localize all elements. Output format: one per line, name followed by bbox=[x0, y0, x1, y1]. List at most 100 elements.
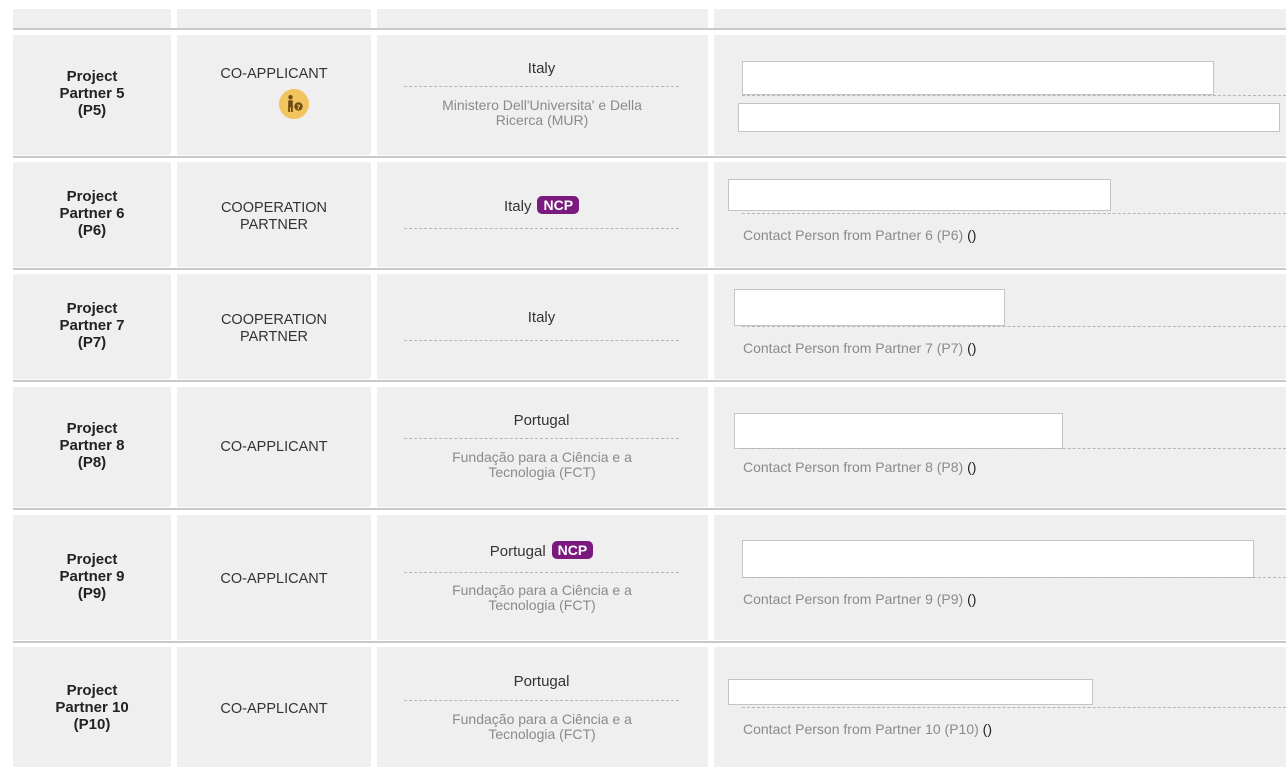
organization-label: Fundação para a Ciência e a bbox=[452, 582, 632, 598]
contact-cell: Contact Person from Partner 7 (P7) () bbox=[714, 274, 1286, 379]
country-cell: Portugal NCP Fundação para a Ciência e a … bbox=[377, 515, 708, 640]
divider bbox=[742, 95, 1286, 96]
divider bbox=[404, 86, 679, 87]
contact-cell: Contact Person from Partner 10 (P10) () bbox=[714, 647, 1286, 767]
partner-type-cell: COOPERATION PARTNER bbox=[177, 274, 371, 379]
row-divider bbox=[13, 268, 1286, 270]
contact-person-value: () bbox=[967, 459, 977, 475]
partner-type-label: COOPERATION bbox=[220, 312, 328, 328]
contact-person-input[interactable] bbox=[738, 103, 1280, 132]
partner-name-line: Project bbox=[66, 551, 118, 568]
contact-person-label: Contact Person from Partner 10 (P10) bbox=[743, 721, 979, 737]
partner-type-label: PARTNER bbox=[240, 329, 308, 345]
partner-name-line: Project bbox=[66, 188, 118, 205]
contact-person-value: () bbox=[967, 591, 977, 607]
partner-name-cell: Project Partner 8 (P8) bbox=[13, 387, 171, 507]
header-cell bbox=[13, 9, 171, 28]
organization-label: Fundação para a Ciência e a bbox=[452, 449, 632, 465]
divider bbox=[404, 228, 679, 229]
country-label: Portugal bbox=[513, 412, 570, 429]
partner-type-label: COOPERATION bbox=[220, 200, 328, 216]
row-divider bbox=[13, 156, 1286, 158]
organization-label: Fundação para a Ciência e a bbox=[452, 711, 632, 727]
divider bbox=[742, 577, 1286, 578]
contact-person-label: Contact Person from Partner 7 (P7) bbox=[743, 340, 964, 356]
partner-name-line: Partner 7 bbox=[59, 317, 125, 334]
partner-name-cell: Project Partner 10 (P10) bbox=[13, 647, 171, 767]
country-label: Italy bbox=[527, 60, 556, 77]
partner-name-line: (P8) bbox=[77, 454, 107, 471]
partner-name-line: Project bbox=[66, 68, 118, 85]
row-divider bbox=[13, 508, 1286, 510]
contact-person-value: () bbox=[967, 340, 977, 356]
contact-person-label: Contact Person from Partner 6 (P6) bbox=[743, 227, 964, 243]
contact-person-value: () bbox=[967, 227, 977, 243]
partner-type-label: CO-APPLICANT bbox=[220, 701, 328, 717]
header-cell bbox=[714, 9, 1286, 28]
country-cell: Italy NCP bbox=[377, 162, 708, 267]
organization-label: Ministero Dell'Universita' e Della bbox=[442, 97, 642, 113]
contact-person-value: () bbox=[982, 721, 992, 737]
contact-cell: Contact Person from Partner 6 (P6) () bbox=[714, 162, 1286, 267]
country-label: Portugal bbox=[513, 673, 570, 690]
partner-name-line: Partner 6 bbox=[59, 205, 125, 222]
partner-name-line: Partner 10 bbox=[55, 699, 129, 716]
partner-name-cell: Project Partner 6 (P6) bbox=[13, 162, 171, 267]
partner-name-line: (P6) bbox=[77, 222, 107, 239]
partner-name-input[interactable] bbox=[742, 540, 1254, 578]
partner-type-label: CO-APPLICANT bbox=[220, 66, 328, 82]
partner-type-cell: CO-APPLICANT bbox=[177, 647, 371, 767]
divider bbox=[404, 340, 679, 341]
partner-name-line: Project bbox=[66, 300, 118, 317]
partner-name-input[interactable] bbox=[734, 289, 1005, 326]
divider bbox=[742, 213, 1286, 214]
partner-type-cell: CO-APPLICANT ? bbox=[177, 35, 371, 155]
contact-person-label: Contact Person from Partner 9 (P9) bbox=[743, 591, 964, 607]
partner-name-line: Partner 8 bbox=[59, 437, 125, 454]
partner-name-input[interactable] bbox=[728, 179, 1111, 211]
row-divider bbox=[13, 641, 1286, 643]
organization-label: Tecnologia (FCT) bbox=[488, 464, 596, 480]
partner-name-cell: Project Partner 5 (P5) bbox=[13, 35, 171, 155]
country-label: Portugal bbox=[489, 543, 546, 560]
partner-name-input[interactable] bbox=[728, 679, 1093, 705]
partner-name-line: Project bbox=[66, 420, 118, 437]
row-divider bbox=[13, 380, 1286, 382]
partner-name-line: Project bbox=[66, 682, 118, 699]
divider bbox=[404, 572, 679, 573]
divider bbox=[404, 700, 679, 701]
divider bbox=[742, 326, 1286, 327]
partner-type-label: PARTNER bbox=[240, 217, 308, 233]
partner-type-cell: CO-APPLICANT bbox=[177, 387, 371, 507]
partner-name-cell: Project Partner 9 (P9) bbox=[13, 515, 171, 640]
header-cell bbox=[377, 9, 708, 28]
partner-name-input[interactable] bbox=[734, 413, 1063, 449]
divider bbox=[742, 448, 1286, 449]
partner-type-label: CO-APPLICANT bbox=[220, 439, 328, 455]
svg-text:?: ? bbox=[296, 103, 300, 111]
ncp-badge: NCP bbox=[551, 541, 594, 559]
divider bbox=[742, 707, 1286, 708]
partner-name-line: (P10) bbox=[73, 716, 111, 733]
ncp-badge: NCP bbox=[537, 196, 580, 214]
partner-name-line: (P5) bbox=[77, 102, 107, 119]
partner-type-label: CO-APPLICANT bbox=[220, 571, 328, 587]
row-divider bbox=[13, 28, 1286, 30]
organization-label: Ricerca (MUR) bbox=[495, 112, 589, 128]
partner-name-line: (P7) bbox=[77, 334, 107, 351]
partner-type-cell: CO-APPLICANT bbox=[177, 515, 371, 640]
partner-type-cell: COOPERATION PARTNER bbox=[177, 162, 371, 267]
partner-name-line: Partner 9 bbox=[59, 568, 125, 585]
country-cell: Portugal Fundação para a Ciência e a Tec… bbox=[377, 387, 708, 507]
country-cell: Italy bbox=[377, 274, 708, 379]
partner-name-input[interactable] bbox=[742, 61, 1214, 95]
contact-cell: Contact Person from Partner 9 (P9) () bbox=[714, 515, 1286, 640]
contact-cell: Contact Person from Partner 8 (P8) () bbox=[714, 387, 1286, 507]
partner-name-line: Partner 5 bbox=[59, 85, 125, 102]
organization-label: Tecnologia (FCT) bbox=[488, 726, 596, 742]
partner-name-cell: Project Partner 7 (P7) bbox=[13, 274, 171, 379]
partner-name-line: (P9) bbox=[77, 585, 107, 602]
organization-label: Tecnologia (FCT) bbox=[488, 597, 596, 613]
person-help-icon[interactable]: ? bbox=[279, 89, 309, 119]
country-cell: Italy Ministero Dell'Universita' e Della… bbox=[377, 35, 708, 155]
